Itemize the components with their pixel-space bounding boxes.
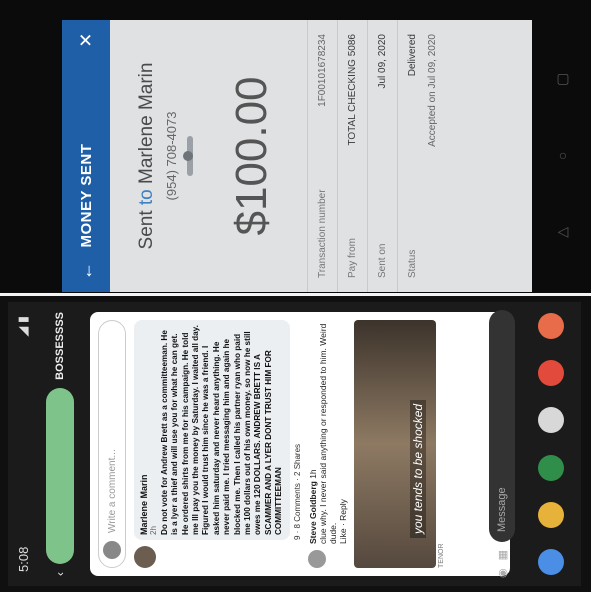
reply-button[interactable]: Reply	[338, 499, 348, 521]
gif-image[interactable]: you tends to be shocked	[353, 320, 436, 568]
detail-row-accepted: Accepted on Jul 09, 2020	[427, 34, 438, 147]
app-icon[interactable]	[538, 549, 564, 576]
money-sent-header: ← MONEY SENT ✕	[62, 20, 110, 292]
recipient-line: Sent to Marlene Marin	[136, 62, 157, 250]
comment: Marlene Marin 2h Do not vote for Andrew …	[134, 320, 302, 568]
signal-icon: ◢ ▮	[15, 316, 30, 337]
contact-pill[interactable]	[46, 387, 74, 564]
avatar	[134, 546, 156, 568]
zelle-badge	[183, 136, 193, 176]
app-icon[interactable]	[538, 407, 564, 434]
reply-time: 1h	[307, 469, 318, 479]
home-icon[interactable]: ○	[559, 147, 567, 163]
back-icon[interactable]: ◁	[558, 223, 569, 240]
like-button[interactable]: Like	[338, 528, 348, 544]
app-icon[interactable]	[538, 454, 564, 481]
top-photo: ← MONEY SENT ✕ Sent to Marlene Marin (95…	[0, 0, 591, 296]
app-dock	[521, 302, 581, 586]
avatar	[103, 541, 121, 559]
page-title: MONEY SENT	[77, 143, 95, 248]
app-icon[interactable]	[538, 312, 564, 339]
comment-text: Do not vote for Andrew Brett as a commit…	[159, 325, 284, 535]
detail-row-transaction: Transaction number 1F00101678234	[307, 20, 337, 292]
image-icon[interactable]: ▦	[496, 550, 509, 560]
tenor-label: TENOR	[437, 543, 445, 569]
detail-row-pay-from: Pay from TOTAL CHECKING 5086	[337, 20, 367, 292]
reply: Steve Goldberg 1h clue why. I never said…	[307, 320, 348, 568]
reply-text: clue why. I never said anything or respo…	[317, 323, 338, 544]
app-icon[interactable]	[538, 502, 564, 529]
shared-post-card: Write a comment... Marlene Marin 2h Do n…	[90, 312, 510, 576]
comment-time: 2h	[149, 525, 159, 535]
avatar	[307, 550, 326, 568]
camera-icon[interactable]: ◉	[496, 568, 509, 578]
app-icon[interactable]	[538, 360, 564, 387]
bottom-photo: 5:08 ◢ ▮ ‹ BOSSESSSS Write a comment... …	[0, 296, 591, 592]
clock: 5:08	[15, 546, 31, 572]
write-comment-field[interactable]: Write a comment...	[98, 320, 126, 568]
back-arrow-icon[interactable]: ←	[76, 262, 97, 281]
gif-caption: you tends to be shocked	[409, 399, 426, 538]
amount: $100.00	[227, 76, 276, 236]
status-bar: 5:08 ◢ ▮	[8, 302, 38, 586]
message-bar: ◉ ▦ Message	[487, 310, 517, 578]
group-name: BOSSESSSS	[54, 312, 66, 380]
money-sent-screen: ← MONEY SENT ✕ Sent to Marlene Marin (95…	[62, 20, 532, 292]
recipient-name: Marlene Marin	[136, 62, 157, 184]
chat-screen: 5:08 ◢ ▮ ‹ BOSSESSSS Write a comment... …	[8, 302, 581, 586]
reply-author: Steve Goldberg	[307, 481, 318, 544]
detail-row-status: Status Delivered	[397, 20, 427, 292]
recipient-phone: (954) 708-4073	[164, 111, 179, 201]
back-arrow-icon[interactable]: ‹	[53, 572, 67, 576]
message-input[interactable]: Message	[489, 310, 515, 542]
comment-stats: 9 · 8 Comments · 2 Shares	[292, 443, 302, 540]
recents-icon[interactable]: ▢	[556, 70, 569, 87]
chat-header: ‹ BOSSESSSS	[38, 302, 82, 586]
android-nav-keys: ▢ ○ ◁	[548, 40, 578, 270]
comment-author: Marlene Marin	[139, 474, 149, 535]
detail-row-sent-on: Sent on Jul 09, 2020	[367, 20, 397, 292]
close-icon[interactable]: ✕	[76, 32, 97, 48]
